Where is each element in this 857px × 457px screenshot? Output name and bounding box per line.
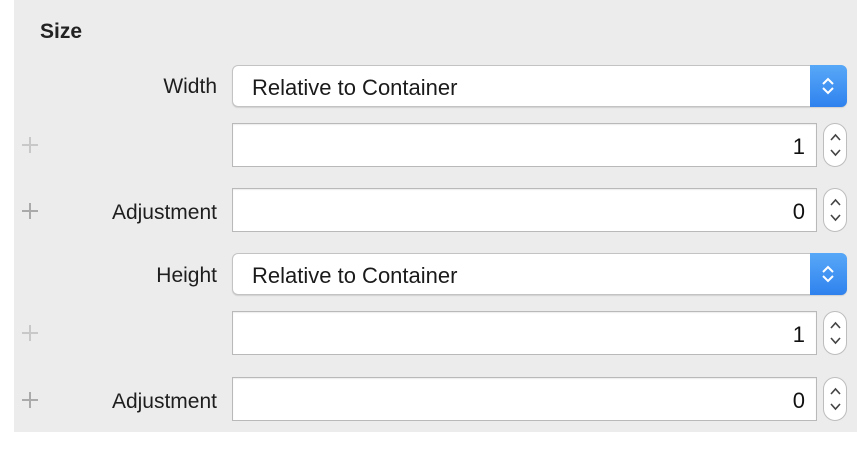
add-width-adjustment-variation-plus-icon[interactable] <box>20 201 40 221</box>
height-adjustment-label: Adjustment <box>111 390 217 413</box>
width-adjustment-value: 0 <box>792 199 805 224</box>
stepper-arrows-icon <box>830 387 841 411</box>
width-multiplier-stepper[interactable] <box>823 123 847 167</box>
height-adjustment-field[interactable]: 0 <box>232 377 817 421</box>
section-title: Size <box>40 20 83 43</box>
width-mode-popup[interactable]: Relative to Container <box>232 65 847 107</box>
height-multiplier-field[interactable]: 1 <box>232 311 817 355</box>
width-adjustment-field[interactable]: 0 <box>232 188 817 232</box>
up-down-chevron-icon <box>810 253 847 295</box>
stepper-arrows-icon <box>830 198 841 222</box>
width-multiplier-value: 1 <box>792 134 805 159</box>
height-adjustment-stepper[interactable] <box>823 377 847 421</box>
width-adjustment-stepper[interactable] <box>823 188 847 232</box>
height-mode-value: Relative to Container <box>252 263 458 288</box>
width-label: Width <box>163 75 217 98</box>
add-height-adjustment-variation-plus-icon[interactable] <box>20 390 40 410</box>
add-height-multiplier-variation-plus-icon[interactable] <box>20 323 40 343</box>
height-label: Height <box>156 264 217 287</box>
up-down-chevron-icon <box>810 65 847 107</box>
width-multiplier-field[interactable]: 1 <box>232 123 817 167</box>
width-adjustment-label: Adjustment <box>111 201 217 224</box>
width-mode-value: Relative to Container <box>252 75 458 100</box>
stepper-arrows-icon <box>830 321 841 345</box>
add-width-multiplier-variation-plus-icon[interactable] <box>20 135 40 155</box>
height-mode-popup[interactable]: Relative to Container <box>232 253 847 295</box>
stepper-arrows-icon <box>830 133 841 157</box>
height-adjustment-value: 0 <box>792 388 805 413</box>
height-multiplier-value: 1 <box>792 322 805 347</box>
height-multiplier-stepper[interactable] <box>823 311 847 355</box>
